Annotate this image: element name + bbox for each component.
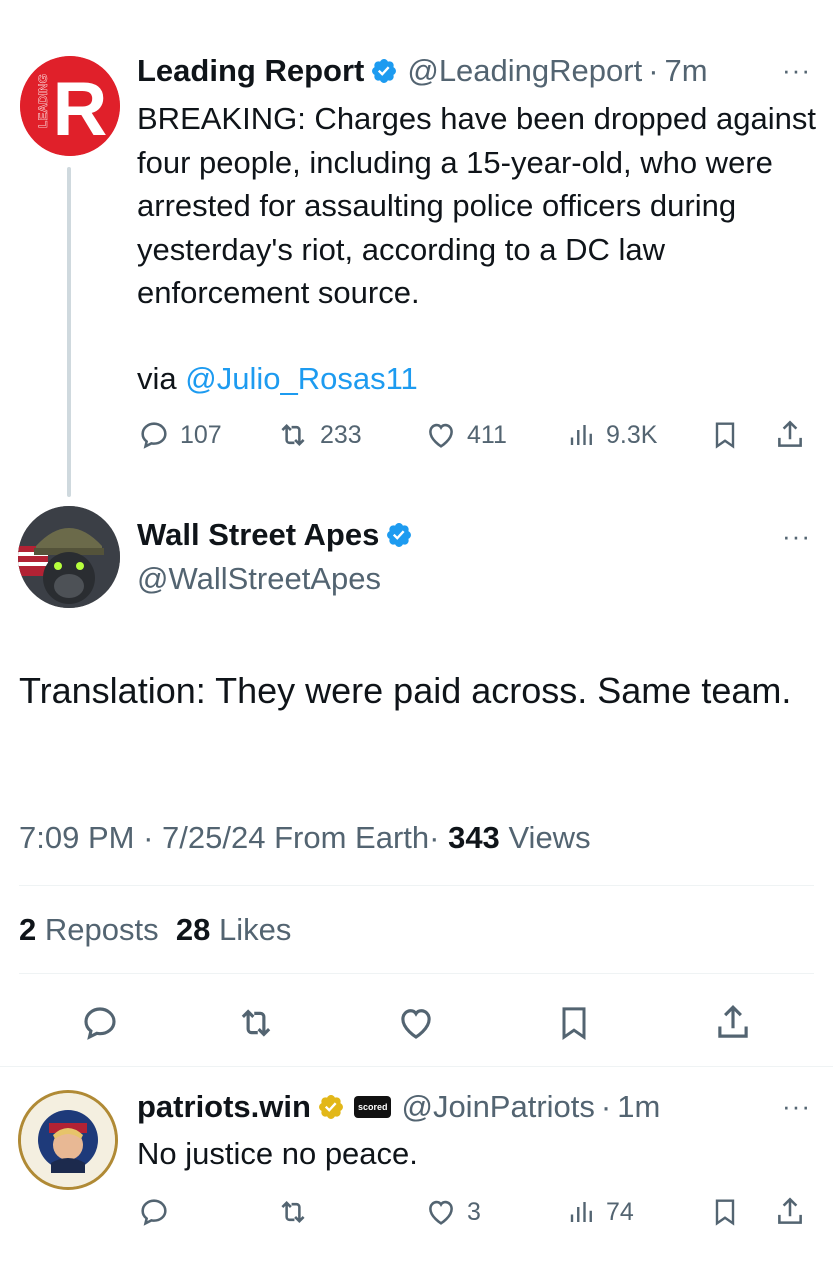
tweet-metadata: 7:09 PM · 7/25/24 From Earth· 343 Views [19, 818, 591, 858]
patriots-win-avatar[interactable] [18, 1090, 118, 1190]
share-icon [718, 1005, 748, 1038]
reply-count: 107 [180, 420, 222, 449]
parent-tweet-text: BREAKING: Charges have been dropped agai… [137, 101, 816, 310]
like-icon [429, 423, 453, 448]
tweet-source: From Earth [274, 820, 430, 855]
repost-count: 233 [320, 420, 362, 449]
main-tweet-text: Translation: They were paid across. Same… [19, 670, 792, 711]
views-icon [570, 1202, 592, 1222]
reply-tweet-text: No justice no peace. [137, 1136, 418, 1171]
via-label: via [137, 361, 177, 396]
tweet-date[interactable]: 7/25/24 [162, 820, 265, 855]
via-line: via @Julio_Rosas11 [137, 357, 418, 400]
divider [19, 973, 814, 974]
likes-stat[interactable]: 28 Likes [176, 912, 291, 947]
parent-tweet-actions: 107 233 411 9.3K [137, 415, 817, 455]
main-tweet-header: Wall Street Apes [137, 516, 422, 554]
share-button[interactable] [773, 1192, 807, 1232]
meta-separator: · [143, 820, 154, 855]
author-name[interactable]: Leading Report [137, 52, 364, 90]
repost-button[interactable] [233, 1000, 279, 1046]
more-options-icon[interactable]: ··· [782, 1093, 811, 1119]
views-icon [570, 425, 592, 445]
repost-button[interactable]: 233 [275, 415, 362, 455]
author-handle[interactable]: @WallStreetApes [137, 559, 381, 599]
svg-text:R: R [53, 67, 108, 152]
repost-button[interactable] [275, 1192, 311, 1232]
engagement-stats: 2 Reposts 28 Likes [19, 910, 291, 950]
main-tweet-actions [0, 1000, 833, 1046]
repost-icon [281, 1200, 305, 1224]
share-icon [778, 1197, 802, 1224]
bookmark-button[interactable] [551, 1000, 597, 1046]
like-icon [401, 1009, 431, 1039]
divider [19, 885, 814, 886]
reply-button[interactable] [137, 1192, 171, 1232]
leading-report-avatar[interactable]: R LEADING [20, 56, 120, 156]
repost-icon [241, 1009, 271, 1037]
views-button[interactable]: 74 [567, 1192, 634, 1232]
affiliate-badge[interactable]: scored [353, 1096, 392, 1118]
reposts-label: Reposts [44, 912, 159, 947]
bookmark-icon [715, 422, 735, 449]
reply-tweet-actions: 3 74 [137, 1192, 817, 1232]
views-count: 9.3K [606, 420, 658, 449]
divider [0, 1066, 833, 1067]
tweet-time[interactable]: 1m [617, 1088, 660, 1126]
share-icon [778, 420, 802, 447]
author-handle[interactable]: @JoinPatriots [401, 1088, 594, 1126]
like-count: 3 [467, 1197, 481, 1226]
views-count: 343 [448, 820, 500, 855]
bookmark-icon [715, 1199, 735, 1226]
parent-tweet[interactable]: R LEADING Leading Report @LeadingReport … [0, 0, 833, 500]
bookmark-button[interactable] [709, 415, 741, 455]
like-icon [429, 1200, 453, 1225]
share-button[interactable] [710, 1000, 756, 1046]
views-label: Views [508, 820, 591, 855]
repost-icon [281, 423, 305, 447]
like-button[interactable] [393, 1000, 439, 1046]
reply-button[interactable]: 107 [137, 415, 222, 455]
reply-icon [84, 1007, 116, 1040]
verified-badge-icon [387, 523, 412, 547]
parent-tweet-header: Leading Report @LeadingReport · 7m [137, 52, 708, 90]
via-mention-link[interactable]: @Julio_Rosas11 [185, 361, 418, 396]
meta-separator: · [429, 820, 440, 855]
views-count: 74 [606, 1197, 634, 1226]
more-options-icon[interactable]: ··· [782, 523, 811, 549]
likes-label: Likes [218, 912, 292, 947]
like-button[interactable]: 411 [424, 415, 507, 455]
likes-count: 28 [175, 912, 211, 947]
reply-icon [141, 1199, 167, 1226]
bookmark-icon [562, 1007, 586, 1041]
bookmark-button[interactable] [709, 1192, 741, 1232]
verified-gold-badge-icon [318, 1095, 343, 1119]
time-separator: · [648, 53, 659, 88]
time-separator: · [600, 1089, 612, 1124]
author-name[interactable]: patriots.win [137, 1088, 311, 1126]
more-options-icon[interactable]: ··· [782, 57, 811, 83]
wall-street-apes-avatar[interactable] [18, 506, 120, 608]
reposts-count: 2 [19, 912, 37, 947]
reposts-stat[interactable]: 2 Reposts [19, 912, 159, 947]
views-button[interactable]: 9.3K [567, 415, 657, 455]
verified-badge-icon [372, 59, 397, 83]
reply-icon [141, 422, 167, 449]
share-button[interactable] [773, 415, 807, 455]
svg-text:LEADING: LEADING [36, 74, 50, 128]
thread-connector-line [67, 167, 71, 497]
like-count: 411 [467, 420, 507, 449]
reply-tweet-header: patriots.win scored @JoinPatriots · 1m [137, 1088, 660, 1126]
author-name[interactable]: Wall Street Apes [137, 516, 379, 554]
tweet-time[interactable]: 7:09 PM [19, 820, 134, 855]
like-button[interactable]: 3 [424, 1192, 481, 1232]
reply-button[interactable] [77, 1000, 123, 1046]
author-handle[interactable]: @LeadingReport [407, 52, 642, 90]
tweet-time[interactable]: 7m [665, 52, 708, 90]
